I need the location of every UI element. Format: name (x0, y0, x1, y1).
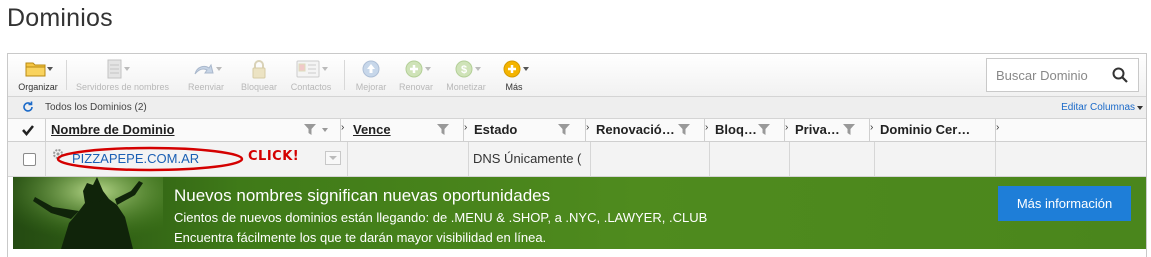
row-actions-dropdown[interactable] (325, 151, 341, 165)
filter-bar: Todos los Dominios (2) Editar Columnas (8, 97, 1146, 119)
lock-icon (252, 60, 266, 79)
all-domains-filter[interactable]: Todos los Dominios (2) (45, 102, 147, 113)
funnel-icon[interactable] (678, 124, 690, 135)
funnel-icon[interactable] (843, 124, 855, 135)
upgrade-button[interactable]: Mejorar (352, 58, 390, 92)
funnel-icon[interactable] (304, 124, 316, 135)
click-annotation: CLICK! (248, 149, 300, 164)
checkmark-icon[interactable] (22, 124, 34, 136)
column-certified-domain[interactable]: Dominio Cer… › (875, 119, 999, 141)
funnel-icon[interactable] (558, 124, 570, 135)
search-input[interactable]: Buscar Dominio (996, 68, 1088, 83)
lock-button[interactable]: Bloquear (238, 58, 280, 92)
more-icon (503, 60, 521, 78)
column-status[interactable]: Estado › (469, 119, 589, 141)
column-domain-name[interactable]: Nombre de Dominio › (46, 119, 344, 141)
renew-icon (405, 60, 423, 78)
banner-line-1: Cientos de nuevos dominios están llegand… (174, 210, 708, 225)
promo-banner: Nuevos nombres significan nuevas oportun… (13, 177, 1146, 249)
funnel-icon[interactable] (758, 124, 770, 135)
status-value: DNS Únicamente ( (473, 151, 582, 166)
toolbar: Organizar Servidores de nombres Reenviar (8, 54, 1146, 97)
celebrating-person-silhouette (13, 177, 163, 249)
organize-button[interactable]: Organizar (12, 58, 64, 92)
domain-link[interactable]: PIZZAPEPE.COM.AR (72, 151, 199, 166)
resend-icon (194, 63, 214, 75)
server-icon (107, 59, 122, 79)
upgrade-icon (362, 60, 380, 78)
monetize-icon: $ (455, 60, 473, 78)
select-all-column[interactable] (8, 119, 46, 141)
chevron-down-icon[interactable] (1137, 106, 1143, 110)
page-title: Dominios (7, 4, 113, 32)
renew-button[interactable]: Renovar (396, 58, 436, 92)
row-checkbox[interactable] (23, 153, 36, 166)
column-lock[interactable]: Bloq… › (710, 119, 788, 141)
column-privacy[interactable]: Priva… › (790, 119, 873, 141)
domains-panel: Organizar Servidores de nombres Reenviar (7, 53, 1147, 257)
nameservers-button[interactable]: Servidores de nombres (76, 58, 169, 92)
contacts-icon (296, 60, 320, 78)
svg-text:$: $ (461, 64, 467, 76)
table-row[interactable]: PIZZAPEPE.COM.AR CLICK! DNS Únicamente ( (8, 142, 1146, 177)
funnel-icon[interactable] (437, 124, 449, 135)
refresh-icon[interactable] (22, 101, 34, 113)
more-button[interactable]: Más (496, 58, 532, 92)
banner-title: Nuevos nombres significan nuevas oportun… (174, 186, 551, 205)
monetize-button[interactable]: $ Monetizar (442, 58, 490, 92)
resend-button[interactable]: Reenviar (186, 58, 226, 92)
search-box[interactable]: Buscar Dominio (986, 58, 1139, 92)
contacts-button[interactable]: Contactos (288, 58, 334, 92)
table-header: Nombre de Dominio › Vence › Estado › Ren… (8, 119, 1146, 142)
column-renewal[interactable]: Renovació… › (591, 119, 708, 141)
more-info-button[interactable]: Más información (998, 186, 1131, 221)
column-expires[interactable]: Vence › (348, 119, 467, 141)
folder-icon (25, 62, 46, 77)
search-icon[interactable] (1112, 67, 1128, 83)
edit-columns-link[interactable]: Editar Columnas (1061, 102, 1135, 113)
banner-line-2: Encuentra fácilmente los que te darán ma… (174, 230, 547, 245)
